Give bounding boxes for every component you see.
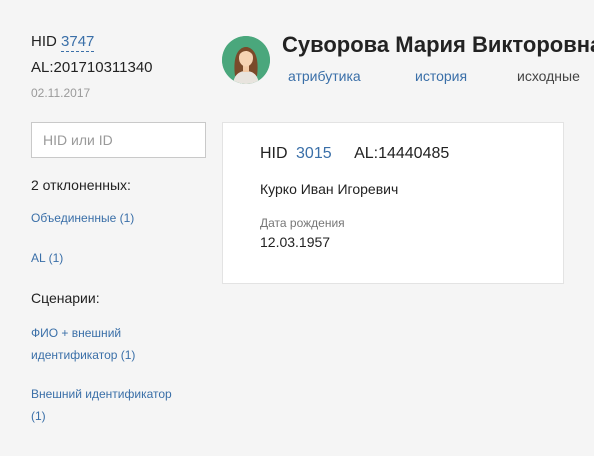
al-id: AL:201710311340: [31, 59, 153, 76]
record-date: 02.11.2017: [31, 86, 91, 100]
scenario-external-link[interactable]: Внешний идентификатор (1): [31, 383, 181, 427]
hid-number-link[interactable]: 3747: [61, 33, 95, 52]
hid-label: HID: [31, 33, 57, 50]
card-al-id: AL:14440485: [354, 145, 450, 162]
search-input[interactable]: [31, 122, 206, 158]
hid-line: HID 3747: [31, 33, 95, 52]
rejected-title: 2 отклоненных:: [31, 177, 131, 193]
female-avatar-icon: [222, 36, 270, 84]
tab-source[interactable]: исходные: [517, 68, 580, 84]
record-card: HID 3015 AL:14440485 Курко Иван Игоревич…: [222, 122, 564, 284]
al-link[interactable]: AL (1): [31, 251, 63, 265]
merged-link[interactable]: Объединенные (1): [31, 211, 134, 225]
tab-history[interactable]: история: [415, 68, 467, 84]
card-dob-value: 12.03.1957: [260, 234, 331, 250]
scenario-fio-external-link[interactable]: ФИО + внешний идентификатор (1): [31, 322, 181, 366]
card-hid-label: HID: [260, 145, 288, 162]
tab-attributes[interactable]: атрибутика: [288, 68, 361, 84]
card-dob-label: Дата рождения: [260, 216, 345, 230]
card-hid-number-link[interactable]: 3015: [296, 145, 332, 162]
card-hid-line: HID 3015 AL:14440485: [260, 145, 449, 163]
avatar: [222, 36, 270, 84]
scenarios-title: Сценарии:: [31, 290, 100, 306]
card-person-name: Курко Иван Игоревич: [260, 181, 399, 197]
person-name: Суворова Мария Викторовна: [282, 32, 594, 57]
